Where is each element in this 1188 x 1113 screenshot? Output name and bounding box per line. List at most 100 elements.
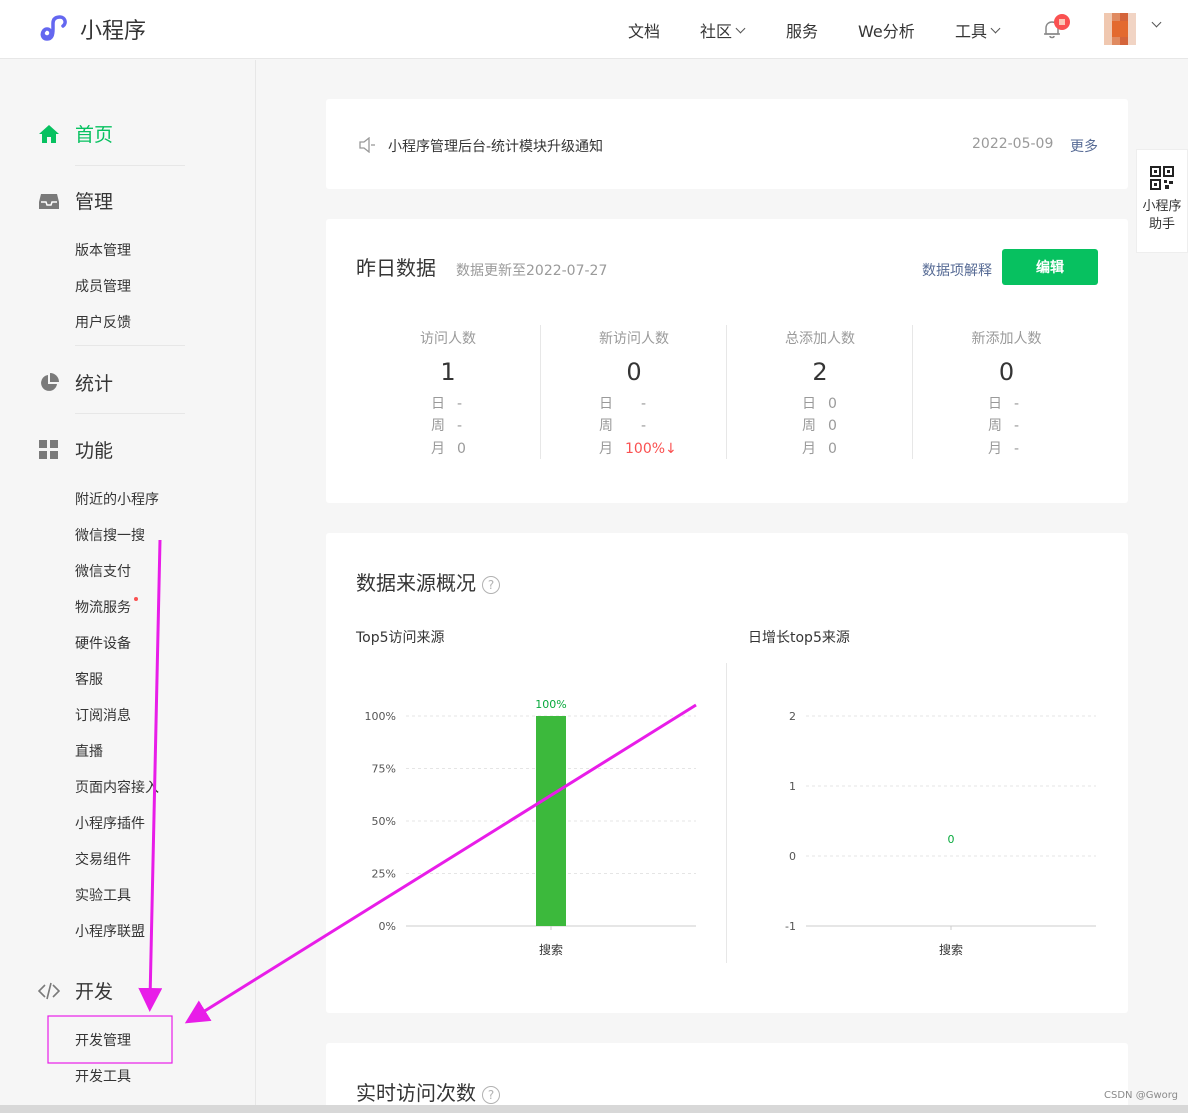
sidebar-item-search[interactable]: 微信搜一搜: [75, 525, 145, 545]
y-tick-label: 0%: [379, 920, 396, 933]
sidebar-item-logistics[interactable]: 物流服务: [75, 597, 138, 617]
y-tick-label: 75%: [372, 763, 396, 776]
decline-value: 100%↓: [625, 441, 677, 457]
nav-docs[interactable]: 文档: [628, 18, 660, 42]
grid-icon: [39, 439, 58, 459]
nav-community[interactable]: 社区: [700, 18, 746, 42]
sidebar-item-live[interactable]: 直播: [75, 741, 103, 761]
sidebar-item-feedback[interactable]: 用户反馈: [75, 312, 131, 332]
sidebar-item-plugin[interactable]: 小程序插件: [75, 813, 145, 833]
chevron-down-icon: [990, 23, 1001, 33]
help-icon[interactable]: ?: [482, 1085, 500, 1104]
notice-card: 小程序管理后台-统计模块升级通知 2022-05-09 更多: [326, 99, 1128, 189]
user-avatar[interactable]: [1104, 13, 1136, 45]
chevron-down-icon[interactable]: [1151, 17, 1162, 28]
sidebar-item-stats[interactable]: 统计: [38, 369, 113, 396]
stat-week-row: 周-: [988, 418, 1020, 434]
stat-week-row: 周-: [431, 418, 463, 434]
nav-services[interactable]: 服务: [786, 18, 818, 42]
sidebar-item-content[interactable]: 页面内容接入: [75, 777, 159, 797]
card-title: 数据来源概况?: [356, 567, 500, 596]
app-name: 小程序: [80, 19, 147, 44]
realtime-card: 实时访问次数?: [326, 1043, 1128, 1113]
sidebar-item-home[interactable]: 首页: [38, 120, 113, 147]
stat-day-row: 日-: [599, 396, 647, 412]
edit-button[interactable]: 编辑: [1002, 249, 1098, 285]
sources-card: 数据来源概况? Top5访问来源 日增长top5来源 0% 25% 50% 75% 10…: [326, 533, 1128, 1013]
sidebar-item-manage[interactable]: 管理: [38, 187, 113, 214]
chart-title-growth: 日增长top5来源: [748, 630, 850, 646]
sidebar-item-pay[interactable]: 微信支付: [75, 561, 131, 581]
divider: [75, 165, 185, 166]
growth-source-chart: -1 0 1 2 0 搜索: [785, 710, 1096, 957]
qr-helper[interactable]: 小程序 助手: [1136, 149, 1188, 253]
stat-value: 0: [626, 358, 642, 386]
stat-month-row: 月0: [431, 441, 466, 457]
horizontal-scrollbar[interactable]: [0, 1105, 1188, 1113]
stat-label: 新访问人数: [599, 331, 669, 347]
notification-badge: [1054, 14, 1070, 30]
sidebar-item-dev-manage[interactable]: 开发管理: [75, 1030, 131, 1050]
code-icon: [38, 982, 60, 999]
x-tick-label: 搜索: [539, 942, 563, 957]
pie-chart-icon: [41, 372, 59, 391]
y-tick-label: 1: [789, 780, 796, 793]
y-tick-label: -1: [785, 920, 796, 933]
stat-day-row: 日-: [431, 396, 463, 412]
sidebar-item-experiment[interactable]: 实验工具: [75, 885, 131, 905]
qr-label: 小程序 助手: [1142, 199, 1182, 232]
notice-date: 2022-05-09: [972, 136, 1054, 152]
stat-month-row: 月 100%↓: [599, 441, 677, 457]
red-dot-badge: [134, 597, 138, 601]
stat-month-row: 月-: [988, 441, 1020, 457]
y-tick-label: 2: [789, 710, 796, 723]
sidebar-item-subscribe[interactable]: 订阅消息: [75, 705, 131, 725]
sidebar-item-dev-tools[interactable]: 开发工具: [75, 1066, 131, 1086]
explain-link[interactable]: 数据项解释: [922, 260, 992, 280]
stat-value: 1: [440, 358, 456, 386]
sidebar-item-members[interactable]: 成员管理: [75, 276, 131, 296]
data-label: 0: [948, 833, 955, 846]
stat-new-visitors: 新访问人数 0 日- 周- 月 100%↓: [542, 325, 727, 459]
stat-value: 0: [998, 358, 1015, 386]
sidebar-item-hardware[interactable]: 硬件设备: [75, 633, 131, 653]
y-tick-label: 25%: [372, 868, 396, 881]
divider: [726, 663, 727, 963]
stat-day-row: 日-: [988, 396, 1020, 412]
stat-label: 新添加人数: [971, 331, 1042, 347]
help-icon[interactable]: ?: [482, 575, 500, 594]
inbox-icon: [39, 193, 59, 209]
y-tick-label: 100%: [365, 710, 396, 723]
chart-title-top5: Top5访问来源: [356, 630, 445, 646]
nav-we-analysis[interactable]: We分析: [858, 18, 915, 42]
more-link[interactable]: 更多: [1070, 136, 1098, 156]
top5-source-chart: 0% 25% 50% 75% 100% 100% 搜索: [365, 698, 696, 957]
miniprogram-logo-icon: [40, 15, 67, 41]
y-tick-label: 0: [789, 850, 796, 863]
updated-text: 数据更新至2022-07-27: [456, 263, 608, 279]
sidebar-item-nearby[interactable]: 附近的小程序: [75, 489, 159, 509]
stat-label: 访问人数: [420, 331, 476, 347]
data-label: 100%: [535, 698, 566, 711]
stat-day-row: 日0: [802, 396, 837, 412]
bar: [536, 716, 566, 926]
home-icon: [39, 124, 59, 143]
divider: [75, 345, 185, 346]
stat-week-row: 周-: [599, 418, 647, 434]
sidebar-item-customer-service[interactable]: 客服: [75, 669, 103, 689]
x-tick-label: 搜索: [939, 942, 963, 957]
nav-tools[interactable]: 工具: [955, 18, 1001, 42]
chevron-down-icon: [735, 23, 746, 33]
card-title: 实时访问次数?: [356, 1077, 500, 1106]
speaker-icon: [359, 137, 375, 153]
logo[interactable]: 小程序: [38, 13, 146, 45]
notice-link[interactable]: 小程序管理后台-统计模块升级通知: [388, 136, 603, 156]
sidebar-item-version[interactable]: 版本管理: [75, 240, 131, 260]
sidebar-item-features[interactable]: 功能: [38, 436, 113, 463]
qr-code-icon: [1150, 166, 1174, 190]
sidebar-item-alliance[interactable]: 小程序联盟: [75, 921, 145, 941]
sidebar-item-trade[interactable]: 交易组件: [75, 849, 131, 869]
top-header: 小程序 文档 社区 服务 We分析 工具: [0, 0, 1188, 59]
divider: [75, 413, 185, 414]
sidebar-item-dev[interactable]: 开发: [38, 977, 113, 1004]
